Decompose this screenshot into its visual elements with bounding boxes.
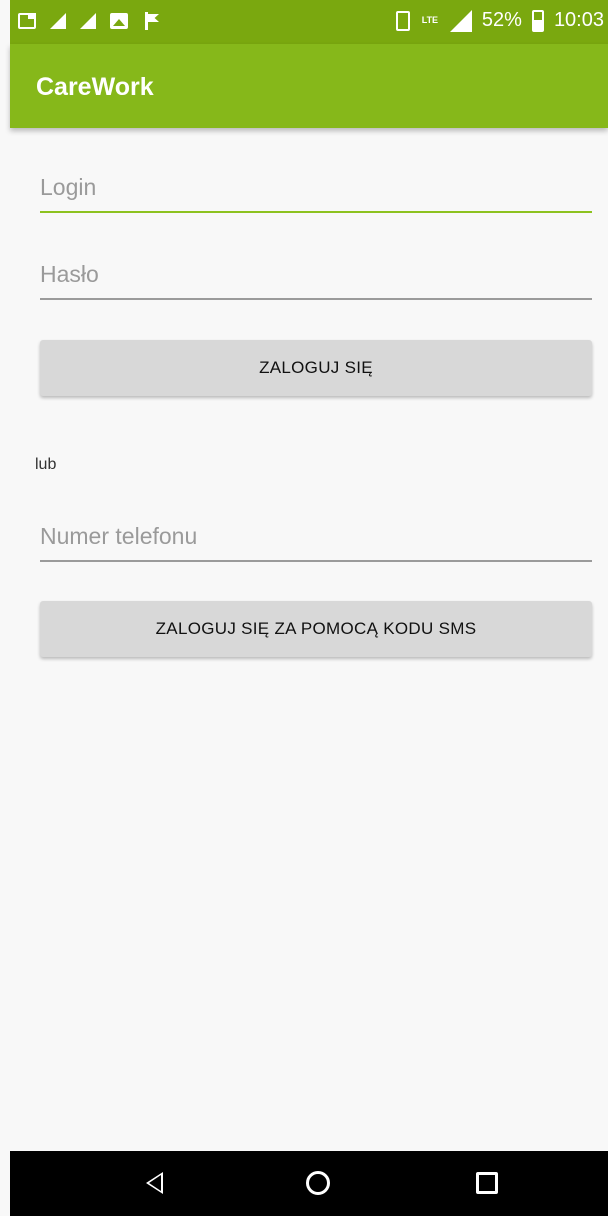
status-bar: LTE 52% 10:03: [10, 0, 608, 44]
back-icon[interactable]: [146, 1172, 163, 1194]
password-underline: [40, 298, 592, 300]
app-title: CareWork: [36, 73, 154, 101]
sim-card-icon: [18, 13, 36, 29]
navigation-bar: [10, 1151, 608, 1216]
login-button[interactable]: ZALOGUJ SIĘ: [40, 340, 592, 396]
flag-icon: [142, 12, 160, 30]
battery-percent: 52%: [481, 9, 522, 31]
app-bar: CareWork: [10, 44, 608, 128]
clock: 10:03: [553, 9, 604, 31]
password-field: [40, 257, 592, 300]
signal-icon: [80, 13, 96, 29]
login-input[interactable]: [40, 170, 592, 204]
battery-icon: [531, 9, 544, 32]
phone-field: [40, 519, 592, 562]
vibrate-icon: [395, 10, 410, 31]
login-field: [40, 170, 592, 213]
signal-icon: [50, 13, 66, 29]
password-input[interactable]: [40, 257, 592, 291]
or-label: lub: [35, 456, 57, 473]
sms-login-button[interactable]: ZALOGUJ SIĘ ZA POMOCĄ KODU SMS: [40, 601, 592, 657]
cell-signal-icon: [449, 9, 472, 32]
system-icons: LTE 52% 10:03: [395, 9, 604, 32]
phone-underline: [40, 560, 592, 562]
login-underline: [40, 211, 592, 213]
phone-input[interactable]: [40, 519, 592, 553]
recents-icon[interactable]: [476, 1172, 498, 1194]
home-icon[interactable]: [306, 1171, 330, 1195]
notification-icons: [18, 12, 160, 30]
image-icon: [110, 13, 128, 29]
lte-icon: LTE: [421, 15, 439, 25]
